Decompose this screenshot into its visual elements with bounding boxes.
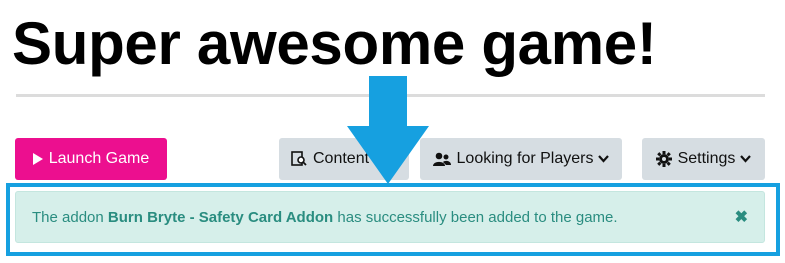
looking-for-players-button[interactable]: Looking for Players	[420, 138, 622, 180]
page-title: Super awesome game!	[12, 10, 657, 77]
alert-suffix: has successfully been added to the game.	[333, 208, 618, 226]
play-icon	[32, 153, 43, 165]
chevron-down-icon	[740, 155, 752, 163]
launch-game-label: Launch Game	[48, 150, 150, 167]
alert-message: The addon Burn Bryte - Safety Card Addon…	[32, 209, 618, 226]
arrow-down-icon	[347, 76, 429, 184]
chevron-down-icon	[598, 155, 610, 163]
settings-label: Settings	[677, 150, 736, 167]
gear-icon	[655, 151, 672, 167]
alert-prefix: The addon	[32, 208, 108, 226]
settings-button[interactable]: Settings	[642, 138, 765, 180]
success-alert: The addon Burn Bryte - Safety Card Addon…	[15, 191, 765, 243]
users-icon	[432, 152, 451, 166]
looking-for-players-label: Looking for Players	[456, 150, 594, 167]
addon-name: Burn Bryte - Safety Card Addon	[107, 208, 334, 226]
close-icon[interactable]: ✖	[735, 207, 748, 227]
launch-game-button[interactable]: Launch Game	[15, 138, 167, 180]
content-icon	[291, 151, 307, 166]
